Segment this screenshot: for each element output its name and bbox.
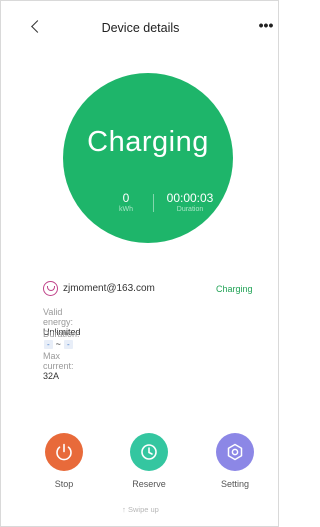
swipe-up-hint[interactable]: ↑ Swipe up [1, 505, 280, 514]
energy-stat: 0 kWh [108, 191, 144, 213]
status-badge: Charging [216, 284, 253, 294]
duration-separator: ~ [55, 339, 61, 349]
setting-button[interactable]: Setting [205, 433, 265, 489]
charging-status-circle: Charging 0 kWh 00:00:03 Duration [63, 73, 233, 243]
user-email: zjmoment@163.com [63, 283, 155, 294]
stop-label: Stop [54, 479, 74, 489]
duration-value: 00:00:03 [166, 191, 214, 205]
clock-icon [141, 444, 157, 460]
page-title: Device details [101, 21, 180, 35]
charging-status-text: Charging [87, 126, 209, 158]
duration-start-value: - [44, 340, 53, 349]
duration-end-value: - [63, 340, 73, 349]
energy-unit-label: kWh [119, 206, 133, 213]
setting-label: Setting [220, 479, 250, 489]
reserve-label: Reserve [132, 479, 166, 489]
header: Device details ••• [1, 1, 280, 51]
setting-circle[interactable] [216, 433, 254, 471]
stop-circle[interactable] [45, 433, 83, 471]
gear-icon [227, 443, 243, 461]
max-current-value: 32A [43, 371, 60, 381]
duration-stat: 00:00:03 Duration [159, 191, 221, 213]
valid-energy-label: Valid energy: [43, 307, 74, 327]
screen: Device details ••• Charging 0 kWh 00:00:… [0, 0, 279, 527]
power-icon [56, 443, 72, 461]
energy-value: 0 [122, 191, 130, 205]
user-avatar-icon [43, 281, 58, 296]
more-options-icon[interactable]: ••• [254, 17, 278, 33]
reserve-circle[interactable] [130, 433, 168, 471]
reserve-button[interactable]: Reserve [119, 433, 179, 489]
stop-button[interactable]: Stop [34, 433, 94, 489]
duration-label: Duration [176, 206, 204, 213]
stat-divider [153, 194, 154, 212]
duration-row: Duration: - ~ - [43, 329, 80, 349]
max-current-label: Max current: [43, 351, 74, 371]
max-current-row: Max current: 32A [43, 351, 74, 381]
duration-row-label: Duration: [43, 329, 80, 339]
